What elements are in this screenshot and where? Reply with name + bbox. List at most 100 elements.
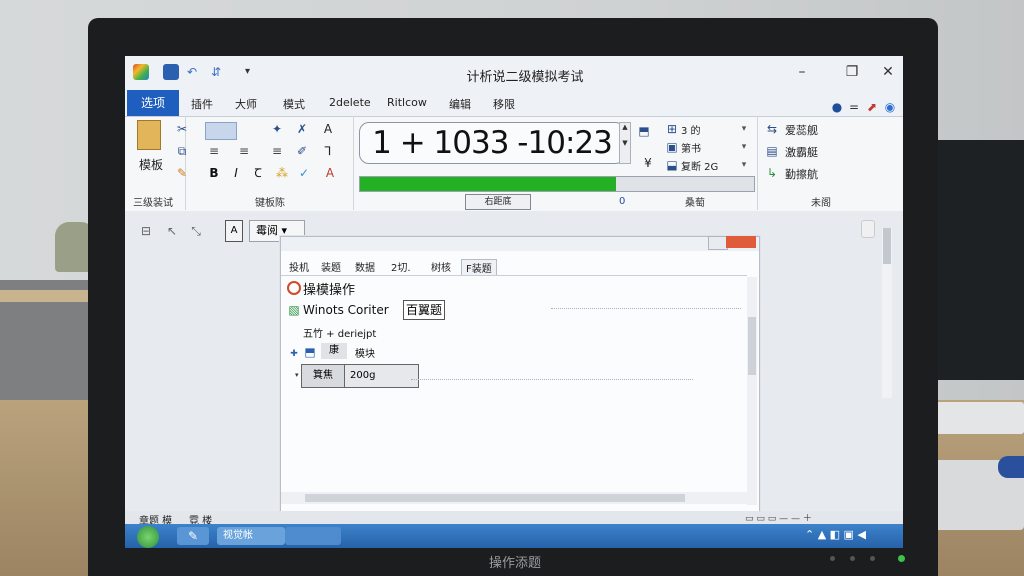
font-a-icon[interactable]: A xyxy=(321,122,335,136)
format-icon[interactable]: A xyxy=(225,220,243,242)
app-icon[interactable] xyxy=(133,64,149,80)
dialog-tab-active[interactable]: F装题 xyxy=(461,259,497,275)
tab-item[interactable]: 插件 xyxy=(191,96,213,112)
chart-icon[interactable]: ⬓ xyxy=(665,158,679,172)
ribbon-far-item[interactable]: 爱蕊舰 xyxy=(785,122,818,138)
dialog-tab[interactable]: 数据 xyxy=(351,259,379,274)
help-icon[interactable]: ● xyxy=(830,100,844,114)
window-title: 计析说二级模拟考试 xyxy=(466,70,584,85)
image-icon[interactable]: ▣ xyxy=(665,140,679,154)
symbol-icon[interactable]: ¥ xyxy=(641,156,655,170)
progress-fill xyxy=(360,177,617,191)
dialog-vscroll[interactable] xyxy=(747,277,757,505)
mid-button[interactable]: 右距底 xyxy=(465,194,531,210)
dialog-close-button[interactable] xyxy=(726,236,756,248)
dialog-hscroll-thumb[interactable] xyxy=(305,494,685,502)
grid-icon[interactable]: ⊞ xyxy=(665,122,679,136)
tab-item[interactable]: 移限 xyxy=(493,96,515,112)
ribbon-far-item[interactable]: 勤擦航 xyxy=(785,166,818,182)
tool-icon[interactable]: ✗ xyxy=(295,122,309,136)
maximize-button[interactable]: ❐ xyxy=(841,62,863,82)
ribbon-minimize-icon[interactable]: = xyxy=(847,100,861,114)
redo-icon[interactable]: ⇵ xyxy=(211,64,223,80)
minimize-button[interactable]: – xyxy=(791,62,813,82)
dropdown-icon[interactable]: ▾ xyxy=(737,140,751,154)
taskbar-pin-icon[interactable]: ✎ xyxy=(177,527,209,545)
paste-label[interactable]: 模板 xyxy=(139,156,163,173)
dialog-tab[interactable]: 2切. xyxy=(387,259,415,274)
field-value: 200g xyxy=(350,370,376,381)
find-icon[interactable]: ⇆ xyxy=(765,122,779,136)
ribbon-right-item[interactable]: 3 的 xyxy=(681,122,701,137)
ribbon-far-item[interactable]: 激霸艇 xyxy=(785,144,818,160)
tab-file[interactable]: 选项 xyxy=(127,90,179,116)
customize-qat-icon[interactable]: ▾ xyxy=(245,64,259,80)
dialog-window: 投机 装题 数据 2切. 树核 F装题 操模操作 ▧ Winots Corite… xyxy=(280,236,760,512)
dialog-tab[interactable]: 投机 xyxy=(285,259,313,274)
mouse xyxy=(998,456,1024,478)
dialog-tab[interactable]: 树核 xyxy=(427,259,455,274)
view-dropdown-label: 霉阅 xyxy=(256,224,278,237)
strike-icon[interactable]: ✓ xyxy=(297,166,311,180)
tab-item[interactable]: 2delete xyxy=(329,96,371,109)
view-buttons[interactable]: ▭ ▭ ▭ — — ＋ xyxy=(745,511,885,524)
dropdown-icon[interactable]: ▾ xyxy=(737,158,751,172)
monitor-brand: 操作添题 xyxy=(488,556,541,571)
select-icon[interactable] xyxy=(205,122,237,140)
screen: ↶ ⇵ ▾ 计析说二级模拟考试 – ❐ ✕ 选项 插件 大师 模式 2delet… xyxy=(125,56,903,548)
dropdown-icon[interactable]: ▾ xyxy=(737,122,751,136)
taskbar-item-label: 视觉帐 xyxy=(223,530,253,541)
taskbar-item[interactable]: 视觉帐 xyxy=(217,527,285,545)
shelf-top xyxy=(0,290,95,302)
clear-format-icon[interactable]: ✦ xyxy=(270,122,284,136)
pin-icon[interactable]: ⬈ xyxy=(865,100,879,114)
ribbon-group-label: 三级装试 xyxy=(133,198,173,209)
dialog-vscroll-thumb[interactable] xyxy=(748,317,756,375)
tab-item[interactable]: 大师 xyxy=(235,96,257,112)
document-vscroll[interactable] xyxy=(882,228,892,398)
dialog-line4-a[interactable]: 康 xyxy=(321,343,347,359)
highlight-icon[interactable]: ⁂ xyxy=(275,166,289,180)
bold-icon[interactable]: B xyxy=(207,166,221,180)
replace-icon[interactable]: ▤ xyxy=(765,144,779,158)
taskbar-item-blank[interactable] xyxy=(285,527,341,545)
document-vscroll-thumb[interactable] xyxy=(883,228,891,264)
font-color-icon[interactable]: A xyxy=(323,166,337,180)
spinner-icon[interactable]: ▲ ▼ xyxy=(619,122,631,164)
shape-icon[interactable]: ✐ xyxy=(295,144,309,158)
tab-item[interactable]: Ritlcow xyxy=(387,96,427,109)
dialog-hscroll[interactable] xyxy=(281,492,747,504)
select-all-icon[interactable]: ↳ xyxy=(765,166,779,180)
ribbon-right-item[interactable]: 第书 xyxy=(681,140,701,155)
list-icon[interactable]: ≡ xyxy=(237,144,251,158)
dialog-minimize-button[interactable] xyxy=(708,236,728,250)
start-button[interactable] xyxy=(137,526,159,548)
tab-item[interactable]: 模式 xyxy=(283,96,305,112)
dialog-line2-box[interactable]: 百翼题 xyxy=(403,300,445,320)
indent-icon[interactable]: ≡ xyxy=(270,144,284,158)
pointer-icon[interactable]: ↖ xyxy=(165,224,179,238)
ribbon-right-item[interactable]: 复断 2G xyxy=(681,158,718,173)
ruler-icon[interactable]: ⊟ xyxy=(139,224,153,238)
dialog-divider xyxy=(281,275,747,276)
tool-icon[interactable]: ⤡ xyxy=(189,224,203,238)
align-icon[interactable]: ≡ xyxy=(207,144,221,158)
italic-icon[interactable]: I xyxy=(229,166,243,180)
direction-icon[interactable]: ⅂ xyxy=(321,144,335,158)
dialog-tab[interactable]: 装题 xyxy=(317,259,345,274)
step-icon xyxy=(287,281,301,295)
paste-icon[interactable] xyxy=(137,120,161,150)
info-icon[interactable]: ◉ xyxy=(883,100,897,114)
ribbon-group-label: 桑萄 xyxy=(685,198,705,209)
underline-icon[interactable]: Ꞇ xyxy=(251,166,265,180)
expand-icon[interactable]: ✚ xyxy=(287,347,301,361)
tab-item[interactable]: 编辑 xyxy=(449,96,471,112)
undo-icon[interactable]: ↶ xyxy=(187,64,199,80)
shapes-icon[interactable]: ⬒ xyxy=(637,124,651,138)
dialog-line3: 五竹 + deriejpt xyxy=(303,329,377,340)
system-tray[interactable]: ⌃ ▲ ◧ ▣ ◀ xyxy=(805,528,866,541)
dialog-field[interactable]: 箕焦 200g xyxy=(301,364,419,388)
close-button[interactable]: ✕ xyxy=(877,62,899,82)
field-arrow-icon[interactable]: ▾ xyxy=(295,371,299,379)
save-icon[interactable] xyxy=(163,64,179,80)
